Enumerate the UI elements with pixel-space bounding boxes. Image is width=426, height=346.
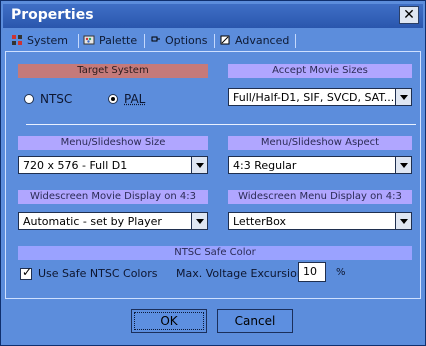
max-voltage-excursion-label: Max. Voltage Excursion xyxy=(176,267,304,280)
widescreen-movie-display-label: Widescreen Movie Display on 4:3 xyxy=(18,190,208,204)
close-icon: ✕ xyxy=(403,7,415,23)
tab-system-label: System xyxy=(27,34,69,47)
tab-separator xyxy=(78,34,79,48)
dialog-buttons: OK Cancel xyxy=(5,301,421,343)
tab-palette[interactable]: Palette xyxy=(83,31,145,51)
menu-slideshow-aspect-label: Menu/Slideshow Aspect xyxy=(228,136,412,150)
percent-label: % xyxy=(336,267,346,278)
tab-options[interactable]: Options xyxy=(149,31,213,51)
tab-advanced-label: Advanced xyxy=(235,34,290,47)
radio-dot-ntsc xyxy=(24,94,34,104)
tab-system[interactable]: System xyxy=(5,31,81,51)
menu-slideshow-size-label: Menu/Slideshow Size xyxy=(18,136,208,150)
tab-strip: System Palette Options Advanced xyxy=(5,31,421,51)
target-system-label: Target System xyxy=(18,64,208,78)
radio-ntsc-label: NTSC xyxy=(40,92,73,106)
menu-slideshow-size-dropdown[interactable]: 720 x 576 - Full D1 xyxy=(18,156,208,174)
dropdown-button[interactable] xyxy=(191,213,207,229)
chevron-down-icon xyxy=(399,94,408,100)
dropdown-button[interactable] xyxy=(395,89,411,105)
accept-movie-sizes-dropdown[interactable]: Full/Half-D1, SIF, SVCD, SAT... xyxy=(228,88,412,106)
dropdown-button[interactable] xyxy=(395,157,411,173)
widescreen-menu-display-dropdown[interactable]: LetterBox xyxy=(228,212,412,230)
accept-movie-sizes-label: Accept Movie Sizes xyxy=(228,64,412,78)
widescreen-movie-display-dropdown[interactable]: Automatic - set by Player xyxy=(18,212,208,230)
ntsc-safe-color-label: NTSC Safe Color xyxy=(18,246,412,260)
tab-advanced[interactable]: Advanced xyxy=(219,31,305,51)
chevron-down-icon xyxy=(195,218,204,224)
tab-palette-label: Palette xyxy=(99,34,138,47)
tab-separator xyxy=(214,34,215,48)
chevron-down-icon xyxy=(195,162,204,168)
chevron-down-icon xyxy=(399,162,408,168)
tab-separator xyxy=(144,34,145,48)
tab-separator xyxy=(295,34,296,48)
window-title: Properties xyxy=(11,7,94,23)
menu-slideshow-aspect-dropdown[interactable]: 4:3 Regular xyxy=(228,156,412,174)
max-voltage-input[interactable]: 10 xyxy=(298,262,326,282)
divider xyxy=(26,124,416,125)
widescreen-menu-display-label: Widescreen Menu Display on 4:3 xyxy=(228,190,412,204)
max-voltage-value: 10 xyxy=(303,265,317,278)
widescreen-movie-display-value: Automatic - set by Player xyxy=(23,215,162,228)
menu-slideshow-aspect-value: 4:3 Regular xyxy=(233,159,297,172)
use-safe-ntsc-colors-checkbox[interactable] xyxy=(20,265,32,280)
radio-pal-label: PAL xyxy=(124,92,146,106)
advanced-icon xyxy=(219,33,231,45)
system-panel: Target System Accept Movie Sizes NTSC PA… xyxy=(5,51,421,299)
widescreen-menu-display-value: LetterBox xyxy=(233,215,287,228)
title-bar[interactable]: Properties ✕ xyxy=(3,4,423,28)
close-button[interactable]: ✕ xyxy=(399,6,419,24)
tab-options-label: Options xyxy=(165,34,208,47)
system-icon xyxy=(11,33,23,45)
menu-slideshow-size-value: 720 x 576 - Full D1 xyxy=(23,159,128,172)
dropdown-button[interactable] xyxy=(191,157,207,173)
properties-window: Properties ✕ System Palette Options Adva… xyxy=(0,0,426,346)
dropdown-button[interactable] xyxy=(395,213,411,229)
palette-icon xyxy=(83,33,95,45)
ok-button[interactable]: OK xyxy=(131,309,207,333)
chevron-down-icon xyxy=(399,218,408,224)
radio-dot-pal xyxy=(108,94,118,104)
accept-movie-sizes-value: Full/Half-D1, SIF, SVCD, SAT... xyxy=(233,91,393,104)
use-safe-ntsc-colors-label: Use Safe NTSC Colors xyxy=(38,267,158,280)
options-icon xyxy=(149,33,161,45)
cancel-button[interactable]: Cancel xyxy=(217,309,293,333)
